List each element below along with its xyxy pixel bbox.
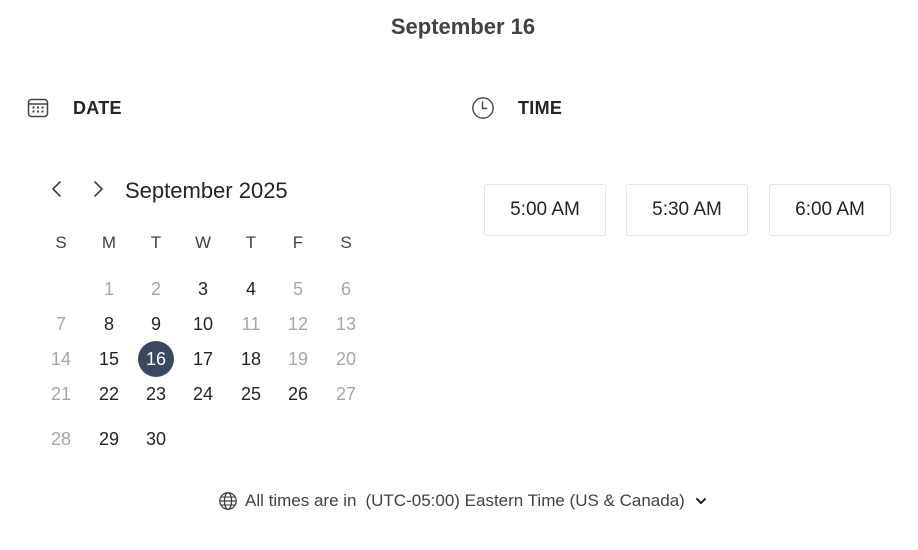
- calendar-day[interactable]: 5: [280, 271, 316, 307]
- calendar-day[interactable]: 17: [185, 341, 221, 377]
- time-slot-button[interactable]: 5:00 AM: [484, 184, 606, 236]
- globe-icon: [218, 491, 238, 511]
- calendar-day[interactable]: 2: [138, 271, 174, 307]
- time-section-header: TIME: [471, 93, 562, 123]
- time-slot-button[interactable]: 5:30 AM: [626, 184, 748, 236]
- weekday-header: F: [292, 233, 304, 252]
- timezone-value: (UTC-05:00) Eastern Time (US & Canada): [365, 491, 685, 510]
- weekday-header: T: [150, 233, 162, 252]
- calendar-day[interactable]: 10: [185, 306, 221, 342]
- time-slot-button[interactable]: 6:00 AM: [769, 184, 891, 236]
- calendar-day[interactable]: 25: [233, 376, 269, 412]
- calendar-day[interactable]: 26: [280, 376, 316, 412]
- timezone-dropdown[interactable]: (UTC-05:00) Eastern Time (US & Canada): [365, 491, 707, 511]
- calendar-day[interactable]: 21: [43, 376, 79, 412]
- calendar-day[interactable]: 18: [233, 341, 269, 377]
- calendar-day[interactable]: 3: [185, 271, 221, 307]
- calendar-day[interactable]: 6: [328, 271, 364, 307]
- calendar-grid: S M T W T F S 1 2 3 4 5 6 7 8 9 10 11 12 13 14 15 16 17 18 19 20 21…: [37, 0, 370, 460]
- timezone-prefix: All times are in: [245, 491, 357, 510]
- calendar-day[interactable]: 9: [138, 306, 174, 342]
- calendar-day[interactable]: 19: [280, 341, 316, 377]
- timezone-row: All times are in (UTC-05:00) Eastern Tim…: [218, 489, 708, 513]
- calendar-day[interactable]: 8: [91, 306, 127, 342]
- calendar-day[interactable]: 4: [233, 271, 269, 307]
- weekday-header: S: [340, 233, 352, 252]
- weekday-header: W: [194, 233, 212, 252]
- calendar-day[interactable]: 27: [328, 376, 364, 412]
- calendar-day[interactable]: 24: [185, 376, 221, 412]
- weekday-header: M: [101, 233, 117, 252]
- calendar-day[interactable]: 30: [138, 421, 174, 457]
- calendar-day[interactable]: 11: [233, 306, 269, 342]
- calendar-day[interactable]: 20: [328, 341, 364, 377]
- calendar-day[interactable]: 12: [280, 306, 316, 342]
- clock-icon: [471, 96, 495, 120]
- calendar-day[interactable]: 15: [91, 341, 127, 377]
- chevron-down-icon: [694, 494, 708, 508]
- calendar-day[interactable]: 22: [91, 376, 127, 412]
- calendar-day[interactable]: 29: [91, 421, 127, 457]
- weekday-header: T: [245, 233, 257, 252]
- calendar-day[interactable]: 28: [43, 421, 79, 457]
- weekday-header: S: [55, 233, 67, 252]
- calendar-day[interactable]: 23: [138, 376, 174, 412]
- calendar-day[interactable]: 14: [43, 341, 79, 377]
- calendar-day[interactable]: 7: [43, 306, 79, 342]
- calendar-day[interactable]: 1: [91, 271, 127, 307]
- calendar-day-selected[interactable]: 16: [138, 341, 174, 377]
- time-section-label: TIME: [518, 97, 563, 118]
- calendar-day[interactable]: 13: [328, 306, 364, 342]
